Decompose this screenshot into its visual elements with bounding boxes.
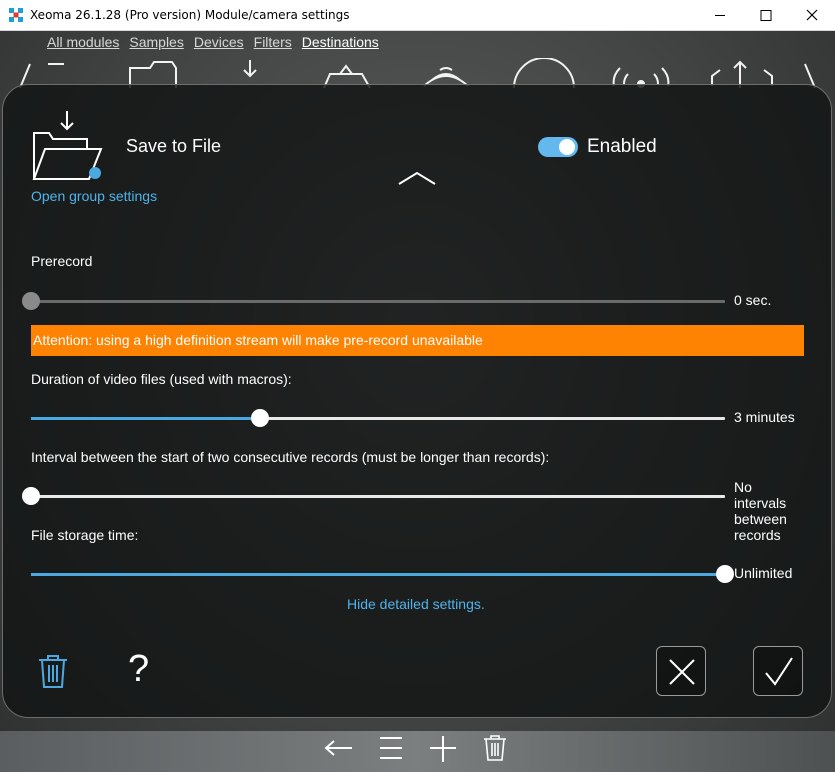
storage-label: File storage time: [31,527,139,543]
storage-slider-fill [31,573,725,576]
prerecord-slider[interactable] [22,292,725,310]
apply-button[interactable] [753,646,803,696]
warning-text: Attention: using a high definition strea… [33,332,483,348]
duration-label: Duration of video files (used with macro… [31,371,292,387]
add-button[interactable] [427,733,459,765]
plus-icon [430,736,456,762]
settings-panel: Save to File Enabled Open group settings… [2,84,832,718]
arrow-left-icon [324,740,352,756]
duration-slider-fill [31,417,261,420]
interval-value-line: between [734,511,787,527]
interval-value-line: No [734,479,752,495]
menu-filters[interactable]: Filters [254,34,292,50]
minimize-button[interactable] [697,0,743,31]
interval-label: Interval between the start of two consec… [31,449,550,465]
prerecord-slider-thumb[interactable] [22,292,40,310]
enabled-label: Enabled [587,136,657,157]
enabled-toggle[interactable] [538,137,578,157]
menu-samples[interactable]: Samples [129,34,183,50]
bottom-toolbar [0,733,835,767]
hide-detailed-settings-link[interactable]: Hide detailed settings. [347,596,485,612]
duration-value: 3 minutes [734,409,795,425]
cancel-x-icon [669,659,695,685]
close-icon [806,9,818,21]
storage-slider-thumb[interactable] [716,565,734,583]
maximize-icon [760,10,772,21]
toggle-knob [559,139,575,155]
delete-trash-icon[interactable] [37,653,69,689]
top-menu: All modules Samples Devices Filters Dest… [47,34,379,50]
interval-value: No intervals between records [734,479,787,543]
storage-slider[interactable] [31,565,734,583]
menu-all-modules[interactable]: All modules [47,34,119,50]
hd-stream-warning: Attention: using a high definition strea… [31,325,804,356]
open-group-settings-link[interactable]: Open group settings [31,188,157,204]
back-button[interactable] [322,733,354,765]
xeoma-app-icon [9,8,23,22]
help-button[interactable]: ? [128,647,149,691]
minimize-icon [715,15,725,16]
cancel-button[interactable] [656,646,706,696]
menu-button[interactable] [375,733,407,765]
interval-slider-thumb[interactable] [22,487,40,505]
prerecord-value: 0 sec. [734,292,772,308]
window-title: Xeoma 26.1.28 (Pro version) Module/camer… [30,8,350,22]
window-titlebar: Xeoma 26.1.28 (Pro version) Module/camer… [0,0,835,31]
collapse-chevron-up-icon[interactable] [397,170,437,186]
storage-value: Unlimited [734,565,793,581]
interval-value-line: intervals [734,495,787,511]
bottom-delete-button[interactable] [480,733,512,765]
menu-devices[interactable]: Devices [194,34,244,50]
trash-icon [484,735,506,761]
hamburger-menu-icon [380,737,402,759]
close-window-button[interactable] [789,0,835,31]
prerecord-label: Prerecord [31,253,93,269]
checkmark-icon [765,657,793,686]
save-to-file-folder-icon [32,111,103,180]
duration-slider[interactable] [31,409,725,427]
interval-slider[interactable] [22,487,725,505]
module-title: Save to File [126,136,222,156]
menu-destinations[interactable]: Destinations [302,34,379,50]
download-module-icon [243,60,257,78]
interval-value-line: records [734,527,781,543]
duration-slider-thumb[interactable] [251,409,270,427]
maximize-button[interactable] [743,0,789,31]
